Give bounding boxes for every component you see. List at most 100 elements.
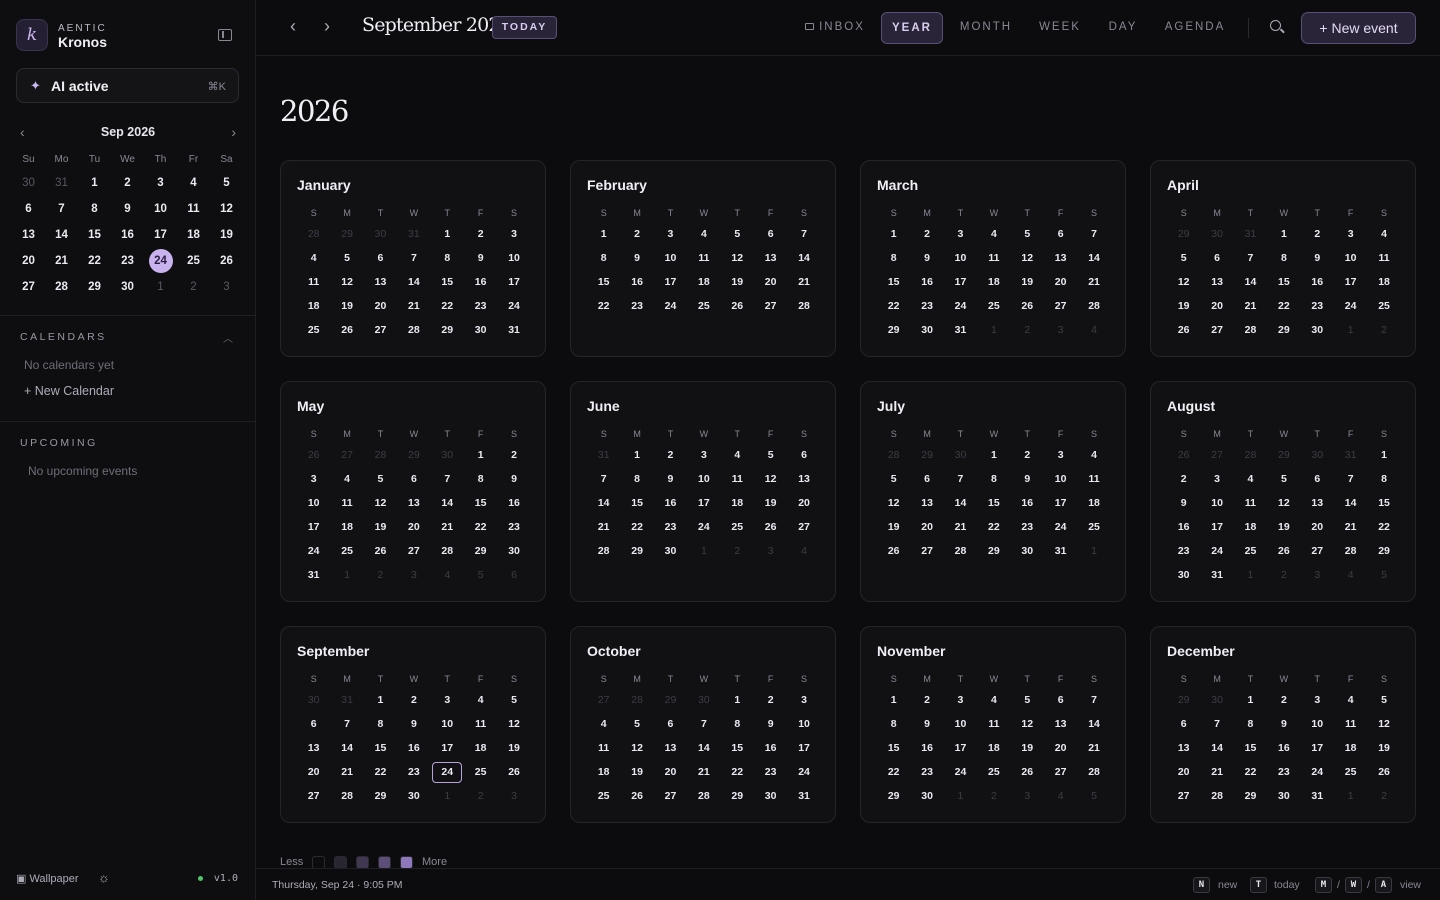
month-card-april[interactable]: April S M T W T F S 29 30 31 1 2 3 4 5 6 7 8 9 10 11 12 13 14 15 1… (1150, 160, 1416, 357)
day-cell[interactable]: 22 (1367, 515, 1400, 539)
day-cell[interactable]: 13 (654, 736, 687, 760)
tab-agenda[interactable]: AGENDA (1160, 12, 1230, 44)
day-cell[interactable]: 9 (497, 467, 530, 491)
day-cell[interactable]: 1 (464, 443, 497, 467)
day-cell[interactable]: 13 (297, 736, 330, 760)
mini-day[interactable]: 3 (144, 170, 177, 196)
month-card-august[interactable]: August S M T W T F S 26 27 28 29 30 31 1 2 3 4 5 6 7 8 9 10 11 12… (1150, 381, 1416, 602)
day-cell[interactable]: 29 (620, 539, 653, 563)
day-cell[interactable]: 13 (364, 270, 397, 294)
day-cell[interactable]: 21 (330, 760, 363, 784)
day-cell[interactable]: 27 (1044, 760, 1077, 784)
day-cell[interactable]: 1 (877, 688, 910, 712)
day-cell[interactable]: 11 (464, 712, 497, 736)
day-cell[interactable]: 10 (1334, 246, 1367, 270)
day-cell[interactable]: 14 (587, 491, 620, 515)
day-cell[interactable]: 25 (721, 515, 754, 539)
day-cell[interactable]: 15 (721, 736, 754, 760)
day-cell[interactable]: 6 (1044, 222, 1077, 246)
day-cell[interactable]: 17 (944, 270, 977, 294)
day-cell[interactable]: 19 (721, 270, 754, 294)
day-cell[interactable]: 27 (297, 784, 330, 808)
day-cell[interactable]: 19 (1267, 515, 1300, 539)
day-cell[interactable]: 12 (1267, 491, 1300, 515)
prev-period-icon[interactable]: ‹ (290, 16, 296, 37)
day-cell[interactable]: 11 (721, 467, 754, 491)
day-cell[interactable]: 12 (620, 736, 653, 760)
day-cell[interactable]: 18 (721, 491, 754, 515)
day-cell[interactable]: 5 (1011, 222, 1044, 246)
day-cell[interactable]: 30 (497, 539, 530, 563)
day-cell[interactable]: 12 (1011, 246, 1044, 270)
day-cell[interactable]: 8 (620, 467, 653, 491)
day-cell[interactable]: 28 (1234, 318, 1267, 342)
day-cell[interactable]: 8 (1267, 246, 1300, 270)
day-cell[interactable]: 8 (877, 246, 910, 270)
day-cell[interactable]: 11 (977, 246, 1010, 270)
today-button[interactable]: TODAY (492, 16, 557, 39)
day-cell[interactable]: 5 (1267, 467, 1300, 491)
day-cell[interactable]: 11 (1334, 712, 1367, 736)
day-cell[interactable]: 1 (721, 688, 754, 712)
day-cell[interactable]: 5 (721, 222, 754, 246)
mini-day[interactable]: 15 (78, 222, 111, 248)
theme-toggle-icon[interactable]: ☼ (98, 870, 110, 885)
day-cell[interactable]: 21 (397, 294, 430, 318)
day-cell[interactable]: 29 (1267, 318, 1300, 342)
day-cell[interactable]: 7 (1234, 246, 1267, 270)
day-cell[interactable]: 22 (464, 515, 497, 539)
day-cell[interactable]: 2 (1267, 688, 1300, 712)
day-cell[interactable]: 27 (1044, 294, 1077, 318)
day-cell[interactable]: 17 (1334, 270, 1367, 294)
day-cell[interactable]: 20 (364, 294, 397, 318)
day-cell[interactable]: 8 (721, 712, 754, 736)
day-cell[interactable]: 30 (1011, 539, 1044, 563)
day-cell[interactable]: 26 (330, 318, 363, 342)
day-cell[interactable]: 23 (910, 760, 943, 784)
day-cell[interactable]: 23 (397, 760, 430, 784)
day-cell[interactable]: 4 (1234, 467, 1267, 491)
month-card-november[interactable]: November S M T W T F S 1 2 3 4 5 6 7 8 9 10 11 12 13 14 15 16 17… (860, 626, 1126, 823)
day-cell[interactable]: 26 (1267, 539, 1300, 563)
day-cell[interactable]: 12 (754, 467, 787, 491)
day-cell[interactable]: 1 (1234, 688, 1267, 712)
day-cell[interactable]: 22 (431, 294, 464, 318)
day-cell[interactable]: 30 (754, 784, 787, 808)
day-cell[interactable]: 25 (464, 760, 497, 784)
day-cell[interactable]: 26 (364, 539, 397, 563)
day-cell[interactable]: 21 (687, 760, 720, 784)
mini-day[interactable]: 29 (78, 274, 111, 300)
day-cell[interactable]: 16 (464, 270, 497, 294)
day-cell[interactable]: 22 (1267, 294, 1300, 318)
day-cell[interactable]: 15 (1367, 491, 1400, 515)
day-cell[interactable]: 26 (1011, 294, 1044, 318)
day-cell[interactable]: 30 (910, 318, 943, 342)
day-cell[interactable]: 23 (497, 515, 530, 539)
day-cell[interactable]: 31 (1200, 563, 1233, 587)
day-cell[interactable]: 2 (1301, 222, 1334, 246)
day-cell[interactable]: 28 (1077, 294, 1110, 318)
day-cell[interactable]: 10 (654, 246, 687, 270)
day-cell[interactable]: 26 (1011, 760, 1044, 784)
day-cell[interactable]: 28 (330, 784, 363, 808)
day-cell[interactable]: 1 (620, 443, 653, 467)
day-cell[interactable]: 28 (431, 539, 464, 563)
mini-day[interactable]: 20 (12, 248, 45, 274)
day-cell[interactable]: 29 (877, 784, 910, 808)
day-cell[interactable]: 4 (1334, 688, 1367, 712)
day-cell[interactable]: 9 (620, 246, 653, 270)
day-cell[interactable]: 11 (1077, 467, 1110, 491)
day-cell[interactable]: 2 (654, 443, 687, 467)
day-cell[interactable]: 21 (1077, 270, 1110, 294)
day-cell[interactable]: 20 (397, 515, 430, 539)
day-cell[interactable]: 24 (1044, 515, 1077, 539)
day-cell[interactable]: 19 (1367, 736, 1400, 760)
day-cell-today[interactable]: 24 (431, 760, 464, 784)
day-cell[interactable]: 7 (1200, 712, 1233, 736)
day-cell[interactable]: 10 (1301, 712, 1334, 736)
day-cell[interactable]: 30 (1301, 318, 1334, 342)
day-cell[interactable]: 9 (397, 712, 430, 736)
day-cell[interactable]: 9 (1011, 467, 1044, 491)
mini-day[interactable]: 9 (111, 196, 144, 222)
day-cell[interactable]: 26 (620, 784, 653, 808)
